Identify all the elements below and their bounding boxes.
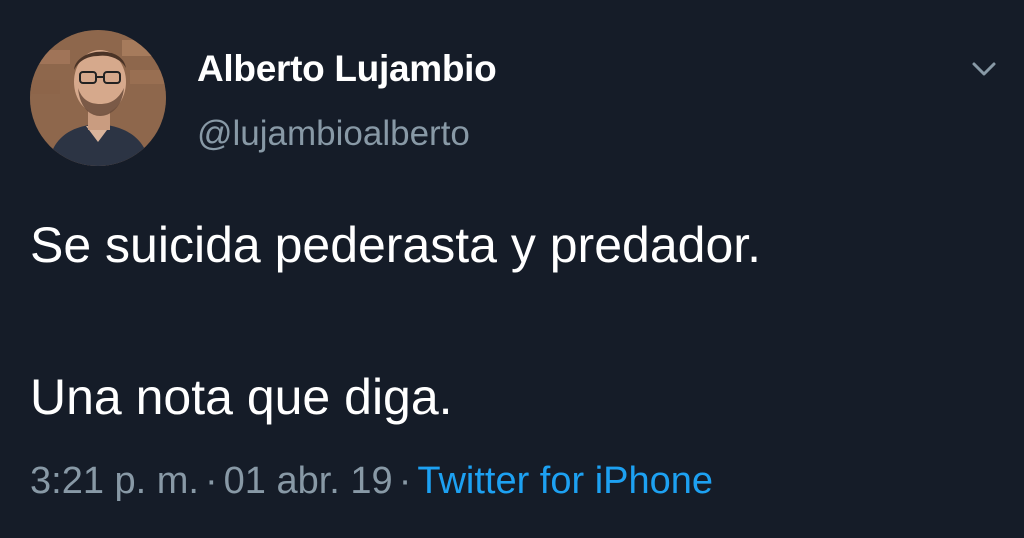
separator: · (398, 460, 412, 502)
tweet-source-link[interactable]: Twitter for iPhone (417, 460, 713, 502)
chevron-down-icon[interactable] (968, 58, 1000, 80)
user-handle[interactable]: @lujambioalberto (197, 114, 470, 154)
display-name[interactable]: Alberto Lujambio (197, 48, 497, 90)
tweet-text-line-2: Una nota que diga. (30, 369, 453, 425)
tweet-date[interactable]: 01 abr. 19 (224, 460, 393, 502)
separator: · (204, 460, 218, 502)
avatar[interactable] (30, 30, 166, 166)
tweet-time[interactable]: 3:21 p. m. (30, 460, 199, 502)
avatar-photo (30, 30, 166, 166)
tweet-meta: 3:21 p. m. · 01 abr. 19 · Twitter for iPhone (30, 460, 713, 503)
tweet-card: Alberto Lujambio @lujambioalberto Se sui… (0, 0, 1024, 538)
tweet-text-line-1: Se suicida pederasta y predador. (30, 217, 762, 273)
